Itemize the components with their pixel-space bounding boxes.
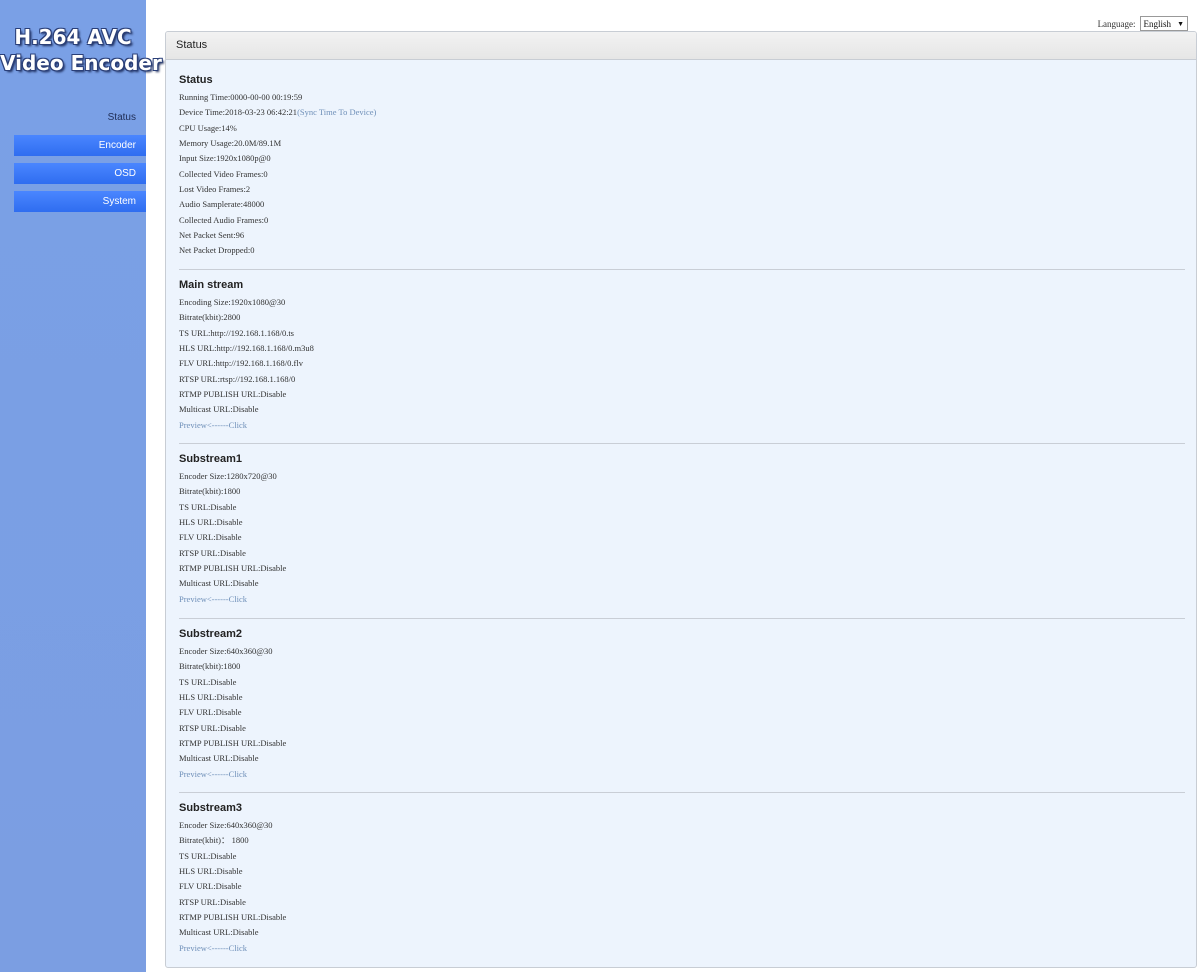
- audio-samplerate: Audio Samplerate:48000: [179, 199, 265, 210]
- sync-time-link[interactable]: (Sync Time To Device): [297, 107, 376, 117]
- section-heading: Main stream: [179, 279, 244, 291]
- substream1-section: Substream1 Encoder Size:1280x720@30 Bitr…: [179, 449, 1185, 607]
- sidebar-item-osd[interactable]: OSD: [14, 163, 146, 184]
- multicast-url: Multicast URL:Disable: [179, 927, 259, 938]
- language-selected-value: English: [1143, 18, 1172, 29]
- bitrate: Bitrate(kbit):2800: [179, 312, 241, 323]
- language-selector: Language: English ▼: [1098, 16, 1188, 31]
- rtmp-publish-url: RTMP PUBLISH URL:Disable: [179, 563, 287, 574]
- sidebar: H.264 AVC Video Encoder Status Encoder O…: [0, 0, 162, 972]
- rtsp-url: RTSP URL:Disable: [179, 722, 246, 733]
- sidebar-item-system[interactable]: System: [14, 191, 146, 212]
- flv-url: FLV URL:Disable: [179, 707, 242, 718]
- multicast-url: Multicast URL:Disable: [179, 404, 259, 415]
- substream2-section: Substream2 Encoder Size:640x360@30 Bitra…: [179, 624, 1185, 782]
- section-heading: Substream2: [179, 628, 242, 640]
- language-select[interactable]: English ▼: [1139, 16, 1188, 31]
- device-time-row: Device Time:2018-03-23 06:42:21(Sync Tim…: [179, 105, 1185, 120]
- collected-video-frames: Collected Video Frames:0: [179, 168, 268, 179]
- flv-url: FLV URL:http://192.168.1.168/0.flv: [179, 358, 303, 369]
- cpu-usage: CPU Usage:14%: [179, 122, 237, 133]
- rtsp-url: RTSP URL:rtsp://192.168.1.168/0: [179, 373, 296, 384]
- memory-usage: Memory Usage:20.0M/89.1M: [179, 138, 282, 149]
- ts-url: TS URL:Disable: [179, 850, 237, 861]
- hls-url: HLS URL:Disable: [179, 517, 243, 528]
- ts-url: TS URL:Disable: [179, 501, 237, 512]
- rtmp-publish-url: RTMP PUBLISH URL:Disable: [179, 738, 287, 749]
- panel-title: Status: [166, 32, 1196, 60]
- section-heading: Substream3: [179, 802, 242, 814]
- net-packet-sent: Net Packet Sent:96: [179, 230, 245, 241]
- net-packet-dropped: Net Packet Dropped:0: [179, 245, 255, 256]
- multicast-url: Multicast URL:Disable: [179, 578, 259, 589]
- preview-link[interactable]: Preview<------Click: [179, 418, 1185, 433]
- lost-video-frames: Lost Video Frames:2: [179, 184, 251, 195]
- divider: [179, 792, 1185, 793]
- encoding-size: Encoding Size:1920x1080@30: [179, 297, 286, 307]
- encoder-size: Encoder Size:640x360@30: [179, 646, 273, 656]
- rtsp-url: RTSP URL:Disable: [179, 547, 246, 558]
- sidebar-item-encoder[interactable]: Encoder: [14, 135, 146, 156]
- preview-link[interactable]: Preview<------Click: [179, 592, 1185, 607]
- main-stream-section: Main stream Encoding Size:1920x1080@30 B…: [179, 275, 1185, 433]
- section-heading: Status: [179, 74, 213, 86]
- running-time: Running Time:0000-00-00 00:19:59: [179, 92, 303, 102]
- substream3-section: Substream3 Encoder Size:640x360@30 Bitra…: [179, 798, 1185, 956]
- section-heading: Substream1: [179, 453, 242, 465]
- divider: [179, 443, 1185, 444]
- hls-url: HLS URL:http://192.168.1.168/0.m3u8: [179, 343, 314, 354]
- ts-url: TS URL:http://192.168.1.168/0.ts: [179, 327, 294, 338]
- sidebar-item-status[interactable]: Status: [14, 109, 136, 127]
- language-label: Language:: [1097, 18, 1136, 29]
- multicast-url: Multicast URL:Disable: [179, 753, 259, 764]
- input-size: Input Size:1920x1080p@0: [179, 153, 271, 164]
- logo-line-1: H.264 AVC: [14, 25, 132, 49]
- rtmp-publish-url: RTMP PUBLISH URL:Disable: [179, 389, 287, 400]
- divider: [179, 618, 1185, 619]
- device-time: Device Time:2018-03-23 06:42:21: [179, 107, 298, 118]
- bitrate: Bitrate(kbit)： 1800: [179, 835, 249, 846]
- hls-url: HLS URL:Disable: [179, 692, 243, 703]
- app-logo: H.264 AVC Video Encoder: [0, 24, 162, 76]
- flv-url: FLV URL:Disable: [179, 881, 242, 892]
- encoder-size: Encoder Size:1280x720@30: [179, 471, 277, 481]
- rtmp-publish-url: RTMP PUBLISH URL:Disable: [179, 912, 287, 923]
- status-section: Status Running Time:0000-00-00 00:19:59 …: [179, 70, 1185, 259]
- divider: [179, 269, 1185, 270]
- flv-url: FLV URL:Disable: [179, 532, 242, 543]
- ts-url: TS URL:Disable: [179, 676, 237, 687]
- rtsp-url: RTSP URL:Disable: [179, 896, 246, 907]
- bitrate: Bitrate(kbit):1800: [179, 661, 241, 672]
- preview-link[interactable]: Preview<------Click: [179, 767, 1185, 782]
- chevron-down-icon: ▼: [1177, 19, 1184, 28]
- hls-url: HLS URL:Disable: [179, 866, 243, 877]
- logo-line-2: Video Encoder: [0, 51, 162, 75]
- collected-audio-frames: Collected Audio Frames:0: [179, 214, 269, 225]
- preview-link[interactable]: Preview<------Click: [179, 941, 1185, 956]
- bitrate: Bitrate(kbit):1800: [179, 486, 241, 497]
- encoder-size: Encoder Size:640x360@30: [179, 820, 273, 830]
- status-panel: Status Status Running Time:0000-00-00 00…: [165, 31, 1197, 968]
